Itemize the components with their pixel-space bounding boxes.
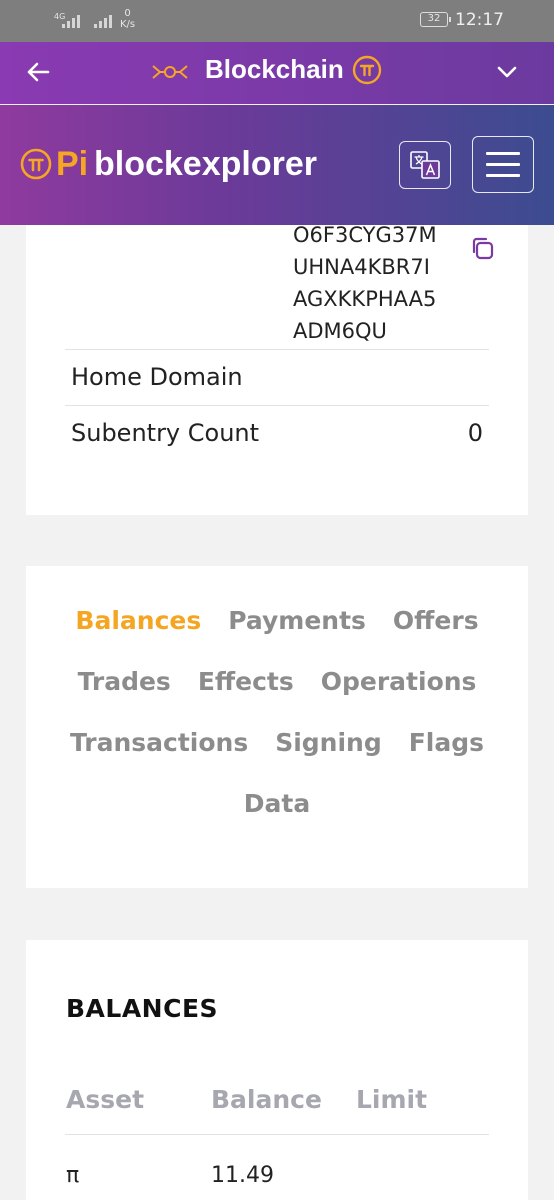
menu-line	[486, 152, 520, 155]
table-header-divider	[65, 1134, 489, 1135]
account-tabs-card: Balances Payments Offers Trades Effects …	[26, 566, 528, 888]
blockchain-logo-icon	[152, 65, 188, 79]
speed-unit: K/s	[120, 19, 136, 30]
signal-icon	[62, 14, 80, 28]
tab-signing[interactable]: Signing	[275, 728, 382, 789]
subentry-count-label: Subentry Count	[71, 419, 260, 447]
translate-icon	[410, 151, 440, 179]
tab-row: Transactions Signing Flags	[26, 728, 528, 789]
subentry-count-value: 0	[467, 419, 483, 447]
app-header: Blockchain	[0, 42, 554, 104]
pi-logo-icon	[20, 148, 52, 180]
menu-line	[486, 174, 520, 177]
clock: 12:17	[455, 10, 504, 30]
hamburger-menu-button[interactable]	[472, 136, 534, 193]
column-header-balance: Balance	[211, 1085, 322, 1114]
tab-data[interactable]: Data	[244, 789, 310, 850]
translate-button[interactable]	[399, 141, 451, 189]
address-line: ADM6QU	[293, 319, 387, 343]
network-speed: 0 K/s	[120, 8, 135, 30]
balances-card: BALANCES Asset Balance Limit π 11.49	[26, 940, 528, 1200]
tab-flags[interactable]: Flags	[409, 728, 484, 789]
explorer-banner: Pi blockexplorer	[0, 105, 554, 225]
address-line: AGXKKPHAA5	[293, 287, 437, 311]
menu-line	[486, 163, 520, 166]
address-line: UHNA4KBR7I	[293, 255, 430, 279]
copy-icon[interactable]	[469, 235, 495, 261]
address-line: O6F3CYG37M	[293, 223, 437, 247]
column-header-asset: Asset	[66, 1085, 145, 1114]
signal-icon-2	[94, 14, 112, 28]
tab-offers[interactable]: Offers	[393, 606, 479, 667]
tab-transactions[interactable]: Transactions	[70, 728, 248, 789]
header-title: Blockchain	[205, 54, 344, 84]
column-header-limit: Limit	[356, 1085, 428, 1114]
tab-payments[interactable]: Payments	[228, 606, 366, 667]
balance-asset: π	[66, 1163, 80, 1188]
chevron-down-icon[interactable]	[493, 58, 521, 86]
tab-row: Balances Payments Offers	[26, 606, 528, 667]
account-address: O6F3CYG37M UHNA4KBR7I AGXKKPHAA5 ADM6QU	[293, 219, 437, 347]
balance-amount: 11.49	[211, 1163, 274, 1188]
battery-icon: 32	[420, 12, 451, 27]
status-bar: 4G 0 K/s 32 12:17	[0, 0, 554, 42]
back-arrow-icon[interactable]	[22, 56, 54, 88]
account-details-card: O6F3CYG37M UHNA4KBR7I AGXKKPHAA5 ADM6QU …	[26, 223, 528, 515]
brand-pi: Pi	[56, 145, 89, 183]
tab-effects[interactable]: Effects	[198, 667, 294, 728]
tab-row: Trades Effects Operations	[26, 667, 528, 728]
tab-operations[interactable]: Operations	[321, 667, 477, 728]
pi-coin-icon	[352, 55, 382, 85]
tab-row: Data	[26, 789, 528, 850]
tab-balances[interactable]: Balances	[75, 606, 201, 667]
brand-name: blockexplorer	[94, 145, 317, 183]
speed-value: 0	[124, 8, 131, 19]
home-domain-label: Home Domain	[71, 363, 243, 391]
tab-trades[interactable]: Trades	[78, 667, 171, 728]
divider	[65, 349, 489, 350]
tab-bar: Balances Payments Offers Trades Effects …	[26, 606, 528, 850]
divider	[65, 405, 489, 406]
balances-title: BALANCES	[66, 994, 219, 1023]
